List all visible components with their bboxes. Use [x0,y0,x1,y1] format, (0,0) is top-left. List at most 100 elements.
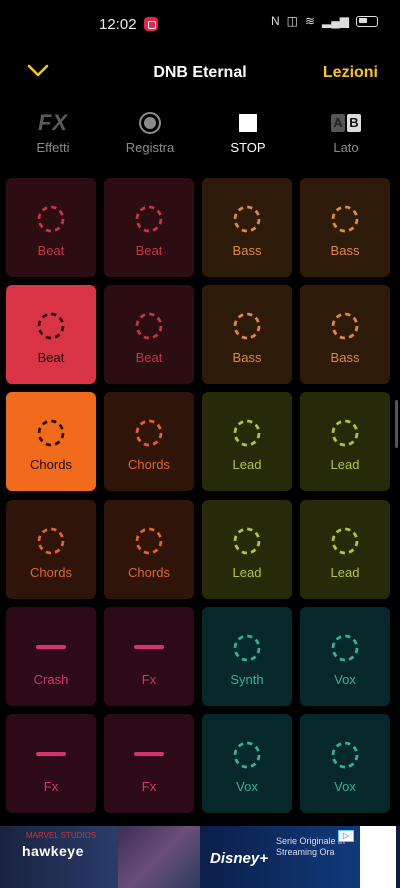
pad-label: Chords [128,457,170,472]
pad-label: Chords [128,565,170,580]
side-button[interactable]: A B Lato [306,108,386,155]
loop-ring-icon [233,205,261,233]
pad-beat[interactable]: Beat [6,178,96,277]
pad-label: Lead [232,565,262,580]
pad-lead[interactable]: Lead [202,500,292,599]
pad-fx[interactable]: Fx [104,714,194,813]
effects-button[interactable]: FX Effetti [13,108,93,155]
toolbar: FX Effetti Registra STOP A B Lato [0,108,400,168]
lessons-button[interactable]: Lezioni [323,64,378,82]
pad-fx[interactable]: Fx [6,714,96,813]
status-bar: 12:02 N ◫ ≋ ▂▄▆ [0,0,400,50]
loop-ring-icon [135,205,163,233]
record-icon [139,112,161,134]
effects-label: Effetti [36,140,70,155]
one-shot-dash-icon [36,645,66,649]
pad-label: Synth [230,672,264,687]
loop-ring-icon [233,527,261,555]
stop-button[interactable]: STOP [208,108,288,155]
ad-choices-icon[interactable]: ▷ [338,830,354,842]
pad-label: Beat [37,243,65,258]
loop-ring-icon [37,205,65,233]
pad-beat[interactable]: Beat [104,178,194,277]
pad-vox[interactable]: Vox [300,607,390,706]
loop-ring-icon [331,205,359,233]
pad-label: Bass [330,243,360,258]
pad-chords[interactable]: Chords [104,500,194,599]
loop-ring-icon [135,527,163,555]
battery-icon [356,15,378,27]
loop-ring-icon [331,634,359,662]
pad-bass[interactable]: Bass [300,178,390,277]
side-label: Lato [333,140,359,155]
loop-ring-icon [37,312,65,340]
fx-icon: FX [37,110,69,135]
pad-beat[interactable]: Beat [104,285,194,384]
pad-label: Fx [141,672,157,687]
pad-lead[interactable]: Lead [300,500,390,599]
vibrate-icon: ◫ [286,14,298,28]
pad-bass[interactable]: Bass [202,285,292,384]
pad-label: Bass [232,350,262,365]
pad-lead[interactable]: Lead [202,392,292,491]
wifi-icon: ≋ [304,14,316,28]
system-icons: N ◫ ≋ ▂▄▆ [271,14,378,28]
loop-ring-icon [331,312,359,340]
ad-banner[interactable]: MARVEL STUDIOS hawkeye Disney+ Serie Ori… [0,826,400,888]
scrollbar[interactable] [395,400,398,448]
top-bar: DNB Eternal Lezioni [0,50,400,98]
ad-white-block [360,826,396,888]
loop-ring-icon [233,312,261,340]
pad-bass[interactable]: Bass [300,285,390,384]
pad-label: Bass [330,350,360,365]
one-shot-dash-icon [36,752,66,756]
pad-synth[interactable]: Synth [202,607,292,706]
pad-label: Lead [232,457,262,472]
pad-beat[interactable]: Beat [6,285,96,384]
pad-label: Vox [334,672,356,687]
pad-bass[interactable]: Bass [202,178,292,277]
pad-label: Fx [43,779,59,794]
pad-label: Chords [30,565,72,580]
notification-app-icon [144,17,158,31]
pad-chords[interactable]: Chords [104,392,194,491]
loop-ring-icon [331,419,359,447]
ad-studio-text: MARVEL STUDIOS [26,831,97,840]
pad-vox[interactable]: Vox [300,714,390,813]
pad-label: Lead [330,457,360,472]
pad-chords[interactable]: Chords [6,392,96,491]
ab-side-icon: A B [331,114,361,132]
signal-icon: ▂▄▆ [322,14,349,28]
stop-icon [239,114,257,132]
pad-grid: Beat Beat Bass Bass Beat Beat Bass Bass Chords Ch… [6,178,394,823]
loop-ring-icon [331,527,359,555]
pad-chords[interactable]: Chords [6,500,96,599]
loop-ring-icon [233,741,261,769]
loop-ring-icon [233,634,261,662]
pad-label: Vox [236,779,258,794]
pad-lead[interactable]: Lead [300,392,390,491]
clock: 12:02 [99,16,137,33]
loop-ring-icon [331,741,359,769]
record-label: Registra [125,140,175,155]
loop-ring-icon [135,312,163,340]
one-shot-dash-icon [134,752,164,756]
pad-label: Beat [37,350,65,365]
pad-crash[interactable]: Crash [6,607,96,706]
ad-brand: Disney+ [210,850,268,867]
pad-fx[interactable]: Fx [104,607,194,706]
pad-label: Chords [30,457,72,472]
pad-label: Beat [135,243,163,258]
record-button[interactable]: Registra [110,108,190,155]
nfc-icon: N [270,14,280,28]
loop-ring-icon [233,419,261,447]
pad-label: Lead [330,565,360,580]
loop-ring-icon [37,527,65,555]
pad-label: Bass [232,243,262,258]
loop-ring-icon [135,419,163,447]
loop-ring-icon [37,419,65,447]
pad-label: Vox [334,779,356,794]
ad-show-title: hawkeye [22,843,84,859]
pad-vox[interactable]: Vox [202,714,292,813]
one-shot-dash-icon [134,645,164,649]
